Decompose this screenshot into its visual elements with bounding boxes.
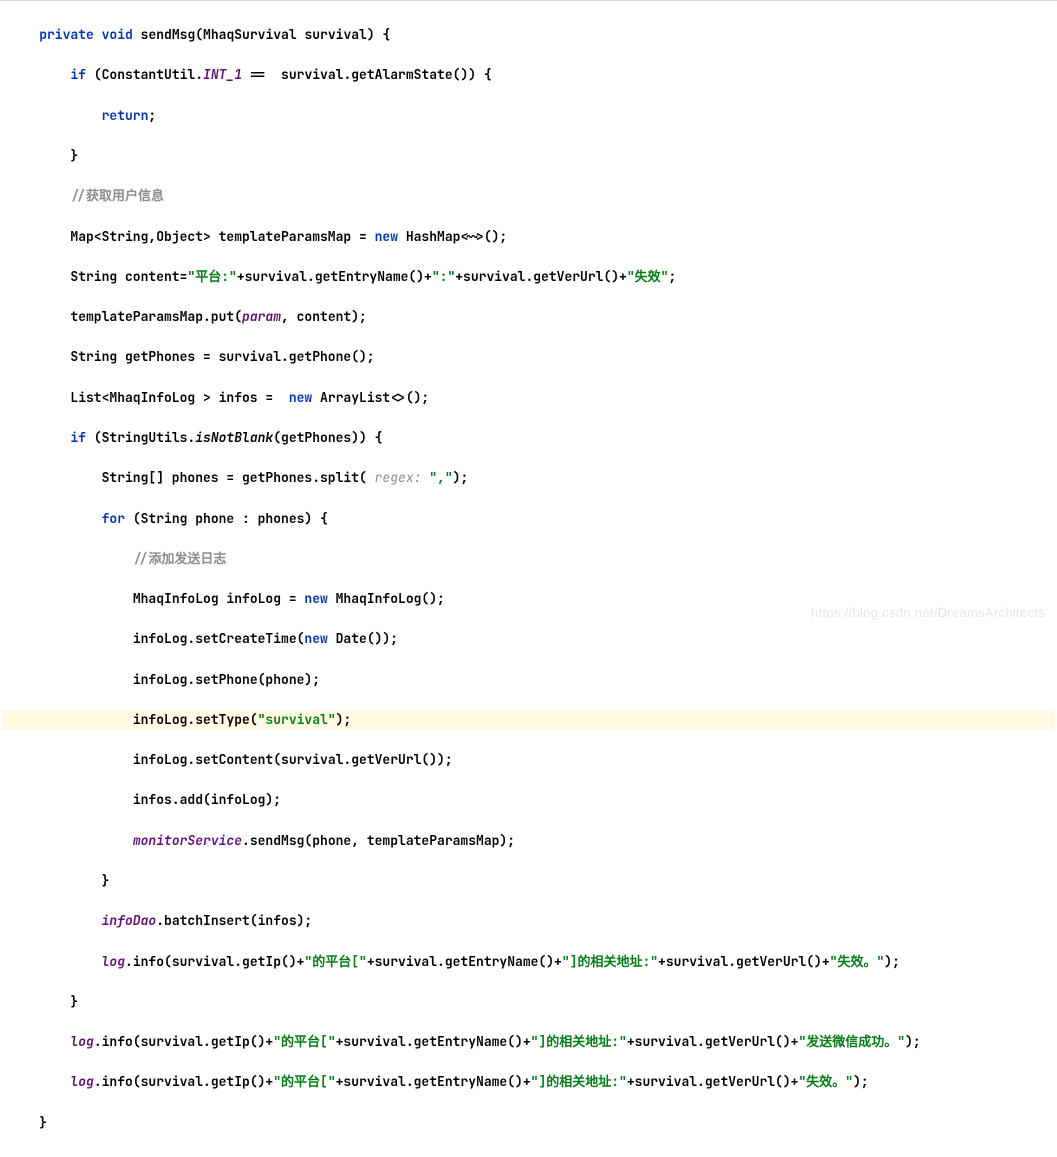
code-line: log.info(survival.getIp()+"的平台["+surviva…: [2, 1032, 1055, 1052]
code-line: infos.add(infoLog);: [2, 790, 1055, 810]
code-line: }: [2, 871, 1055, 891]
code-line: List<MhaqInfoLog > infos = new ArrayList…: [2, 388, 1055, 408]
code-line: templateParamsMap.put(param, content);: [2, 307, 1055, 327]
code-line: infoDao.batchInsert(infos);: [2, 911, 1055, 931]
code-line: if (ConstantUtil.INT_1 == survival.getAl…: [2, 65, 1055, 85]
code-line: private void sendMsg(MhaqSurvival surviv…: [2, 25, 1055, 45]
code-line: infoLog.setCreateTime(new Date());: [2, 629, 1055, 649]
code-line: }: [2, 1113, 1055, 1133]
code-line: }: [2, 992, 1055, 1012]
watermark-text: https://blog.csdn.net/DreamsArchitects: [811, 603, 1045, 623]
code-line: }: [2, 146, 1055, 166]
code-editor: private void sendMsg(MhaqSurvival surviv…: [0, 1, 1057, 1157]
inline-hint: regex:: [375, 469, 430, 486]
code-line-highlighted: infoLog.setType("survival");: [2, 710, 1055, 730]
code-line: infoLog.setPhone(phone);: [2, 670, 1055, 690]
code-line: //添加发送日志: [2, 549, 1055, 569]
code-line: log.info(survival.getIp()+"的平台["+surviva…: [2, 1072, 1055, 1092]
code-line: Map<String,Object> templateParamsMap = n…: [2, 227, 1055, 247]
code-line: String content="平台:"+survival.getEntryNa…: [2, 267, 1055, 287]
code-line: String[] phones = getPhones.split( regex…: [2, 468, 1055, 488]
code-line: if (StringUtils.isNotBlank(getPhones)) {: [2, 428, 1055, 448]
code-line: //获取用户信息: [2, 186, 1055, 206]
code-line: for (String phone : phones) {: [2, 509, 1055, 529]
code-line: String getPhones = survival.getPhone();: [2, 347, 1055, 367]
code-line: log.info(survival.getIp()+"的平台["+surviva…: [2, 952, 1055, 972]
code-line: return;: [2, 106, 1055, 126]
code-line: monitorService.sendMsg(phone, templatePa…: [2, 831, 1055, 851]
code-line: infoLog.setContent(survival.getVerUrl())…: [2, 750, 1055, 770]
